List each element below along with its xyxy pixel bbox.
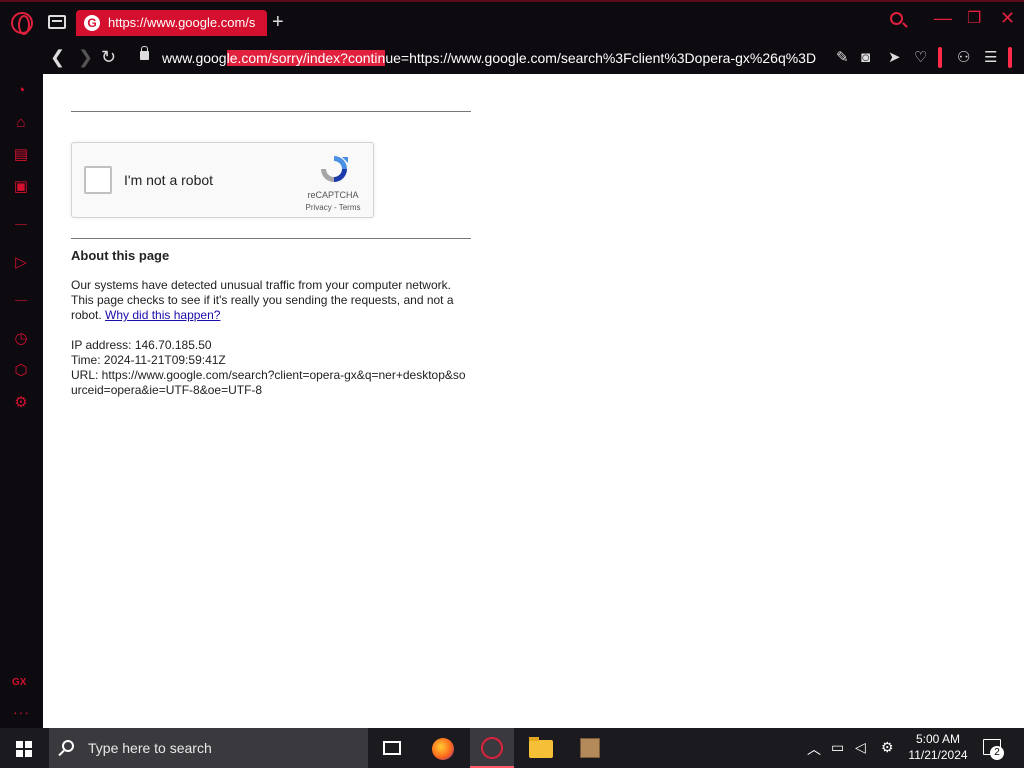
sidebar-divider bbox=[15, 300, 27, 301]
forward-button[interactable]: ❯ bbox=[78, 46, 93, 68]
new-tab-button[interactable]: + bbox=[272, 11, 284, 33]
task-view-icon[interactable] bbox=[383, 741, 401, 755]
divider-top bbox=[71, 111, 471, 112]
request-url: URL: https://www.google.com/search?clien… bbox=[71, 368, 466, 397]
captcha-label: I'm not a robot bbox=[124, 172, 214, 188]
taskbar: Type here to search ︿ ▭ ◁ ⚙ 5:00 AM 11/2… bbox=[0, 728, 1024, 768]
history-icon[interactable]: ◷ bbox=[12, 330, 30, 348]
extensions-icon[interactable]: ⬡ bbox=[12, 362, 30, 380]
recaptcha-terms[interactable]: Privacy - Terms bbox=[298, 203, 368, 212]
timestamp: Time: 2024-11-21T09:59:41Z bbox=[71, 353, 226, 367]
search-icon bbox=[62, 740, 74, 752]
url-text: www.goog bbox=[162, 50, 227, 66]
search-tabs-icon[interactable] bbox=[890, 12, 903, 25]
reload-button[interactable]: ↻ bbox=[101, 46, 116, 68]
firefox-icon[interactable] bbox=[432, 738, 454, 760]
minimize-button[interactable]: — bbox=[934, 8, 952, 29]
opera-gx-taskbar-button[interactable] bbox=[470, 728, 514, 768]
sidebar: ◔ ⌂ ▤ ▣ ▷ ◷ ⬡ ⚙ GX ··· bbox=[0, 74, 43, 728]
recaptcha-brand: reCAPTCHA bbox=[307, 190, 359, 200]
restore-button[interactable]: ❐ bbox=[967, 8, 981, 28]
why-link[interactable]: Why did this happen? bbox=[105, 308, 220, 322]
settings-icon[interactable]: ⚙ bbox=[12, 394, 30, 412]
network-icon[interactable]: ▭ bbox=[831, 739, 844, 756]
snapshot-icon[interactable]: ◙ bbox=[861, 49, 870, 67]
clock-time: 5:00 AM bbox=[915, 732, 961, 746]
page-content: I'm not a robot reCAPTCHA Privacy - Term… bbox=[43, 74, 1024, 728]
twitch-icon[interactable]: ▤ bbox=[12, 146, 30, 164]
taskbar-search[interactable]: Type here to search bbox=[49, 728, 368, 768]
sidebar-divider bbox=[15, 224, 27, 225]
system-clock[interactable]: 5:00 AM 11/21/2024 bbox=[902, 731, 974, 763]
windows-start-icon[interactable] bbox=[16, 741, 32, 757]
package-app-icon[interactable] bbox=[580, 738, 600, 758]
url-text-rest: ue=https://www.google.com/search%3Fclien… bbox=[385, 50, 817, 66]
send-icon[interactable]: ➤ bbox=[888, 49, 901, 67]
tab-google[interactable]: G https://www.google.com/s bbox=[76, 10, 267, 36]
close-button[interactable]: ✕ bbox=[1000, 8, 1015, 29]
recaptcha-widget: I'm not a robot reCAPTCHA Privacy - Term… bbox=[71, 142, 374, 218]
navigation-bar: ❮ ❯ ↻ www.google.com/sorry/index?continu… bbox=[0, 42, 1024, 74]
url-selected-text: le.com/sorry/index?contin bbox=[226, 50, 386, 66]
captcha-checkbox[interactable] bbox=[84, 166, 112, 194]
clock-date: 11/21/2024 bbox=[908, 748, 968, 762]
heart-icon[interactable]: ♡ bbox=[914, 49, 927, 67]
ip-address: IP address: 146.70.185.50 bbox=[71, 338, 212, 352]
file-explorer-icon[interactable] bbox=[529, 737, 553, 758]
player-icon[interactable]: ▷ bbox=[12, 254, 30, 272]
gx-label[interactable]: GX bbox=[12, 677, 26, 688]
edit-icon[interactable]: ✎ bbox=[836, 49, 849, 67]
opera-gx-menu-icon[interactable] bbox=[11, 12, 33, 35]
tab-islands-icon[interactable] bbox=[48, 15, 66, 29]
accent-pill bbox=[938, 47, 942, 68]
more-icon[interactable]: ··· bbox=[13, 704, 30, 720]
lock-icon[interactable] bbox=[140, 46, 149, 60]
show-hidden-icons-icon[interactable]: ︿ bbox=[807, 739, 821, 759]
address-bar[interactable]: www.google.com/sorry/index?continue=http… bbox=[162, 48, 822, 68]
google-favicon-icon: G bbox=[84, 15, 100, 31]
search-placeholder: Type here to search bbox=[88, 740, 212, 756]
tab-title: https://www.google.com/s bbox=[108, 15, 256, 30]
easy-setup-icon[interactable]: ☰ bbox=[984, 49, 997, 67]
accent-pill-right bbox=[1008, 47, 1012, 68]
about-heading: About this page bbox=[71, 248, 170, 263]
gx-cleaner-icon[interactable]: ⌂ bbox=[12, 114, 30, 132]
settings-tray-icon[interactable]: ⚙ bbox=[881, 739, 894, 756]
recaptcha-logo-icon bbox=[321, 156, 348, 182]
messenger-icon[interactable]: ▣ bbox=[12, 178, 30, 196]
gx-control-icon[interactable]: ◔ bbox=[12, 82, 30, 100]
divider-middle bbox=[71, 238, 471, 239]
accent-line bbox=[0, 0, 1024, 2]
opera-gx-icon bbox=[481, 737, 503, 759]
about-message: Our systems have detected unusual traffi… bbox=[71, 278, 471, 323]
notification-count: 2 bbox=[990, 746, 1004, 760]
back-button[interactable]: ❮ bbox=[50, 46, 65, 68]
volume-muted-icon[interactable]: ◁ bbox=[855, 739, 866, 756]
tab-strip: G https://www.google.com/s + — ❐ ✕ bbox=[0, 0, 1024, 42]
profile-icon[interactable]: ⚇ bbox=[957, 49, 970, 67]
